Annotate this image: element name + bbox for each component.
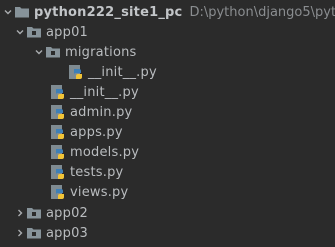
python-file-icon — [50, 124, 66, 140]
file-label: __init__.py — [70, 84, 139, 100]
project-tree: python222_site1_pc D:\python\django5\pyt… — [0, 0, 335, 247]
python-file-icon — [50, 104, 66, 120]
tree-row-file[interactable]: __init__.py — [0, 82, 335, 102]
chevron-down-icon[interactable] — [14, 22, 26, 42]
tree-row-migrations[interactable]: migrations — [0, 42, 335, 62]
python-file-icon — [50, 164, 66, 180]
file-label: models.py — [70, 144, 140, 160]
chevron-right-icon[interactable] — [14, 203, 26, 223]
python-file-icon — [50, 184, 66, 200]
package-folder-icon — [26, 24, 42, 40]
folder-label: migrations — [65, 44, 137, 60]
project-name: python222_site1_pc — [34, 4, 183, 20]
package-folder-icon — [26, 205, 42, 221]
python-file-icon — [50, 84, 66, 100]
file-label: views.py — [70, 184, 129, 200]
tree-row-file[interactable]: views.py — [0, 182, 335, 202]
tree-row-file[interactable]: models.py — [0, 142, 335, 162]
python-file-icon — [68, 64, 84, 80]
file-label: tests.py — [70, 164, 124, 180]
tree-row-app02[interactable]: app02 — [0, 203, 335, 223]
package-folder-icon — [45, 44, 61, 60]
folder-label: app01 — [46, 24, 89, 40]
file-label: admin.py — [70, 104, 133, 120]
package-folder-icon — [26, 225, 42, 241]
tree-row-file[interactable]: __init__.py — [0, 62, 335, 82]
tree-row-file[interactable]: tests.py — [0, 162, 335, 182]
project-path: D:\python\django5\python222_ — [189, 4, 335, 20]
chevron-down-icon[interactable] — [33, 42, 45, 62]
file-label: __init__.py — [88, 64, 157, 80]
tree-row-file[interactable]: apps.py — [0, 122, 335, 142]
tree-row-app03[interactable]: app03 — [0, 223, 335, 243]
python-file-icon — [50, 144, 66, 160]
tree-row-app01[interactable]: app01 — [0, 22, 335, 42]
file-label: apps.py — [70, 124, 123, 140]
folder-icon — [14, 4, 30, 20]
tree-row-file[interactable]: admin.py — [0, 102, 335, 122]
chevron-down-icon[interactable] — [2, 2, 14, 22]
chevron-right-icon[interactable] — [14, 223, 26, 243]
folder-label: app02 — [46, 205, 89, 221]
folder-label: app03 — [46, 225, 89, 241]
tree-row-project-root[interactable]: python222_site1_pc D:\python\django5\pyt… — [0, 2, 335, 22]
